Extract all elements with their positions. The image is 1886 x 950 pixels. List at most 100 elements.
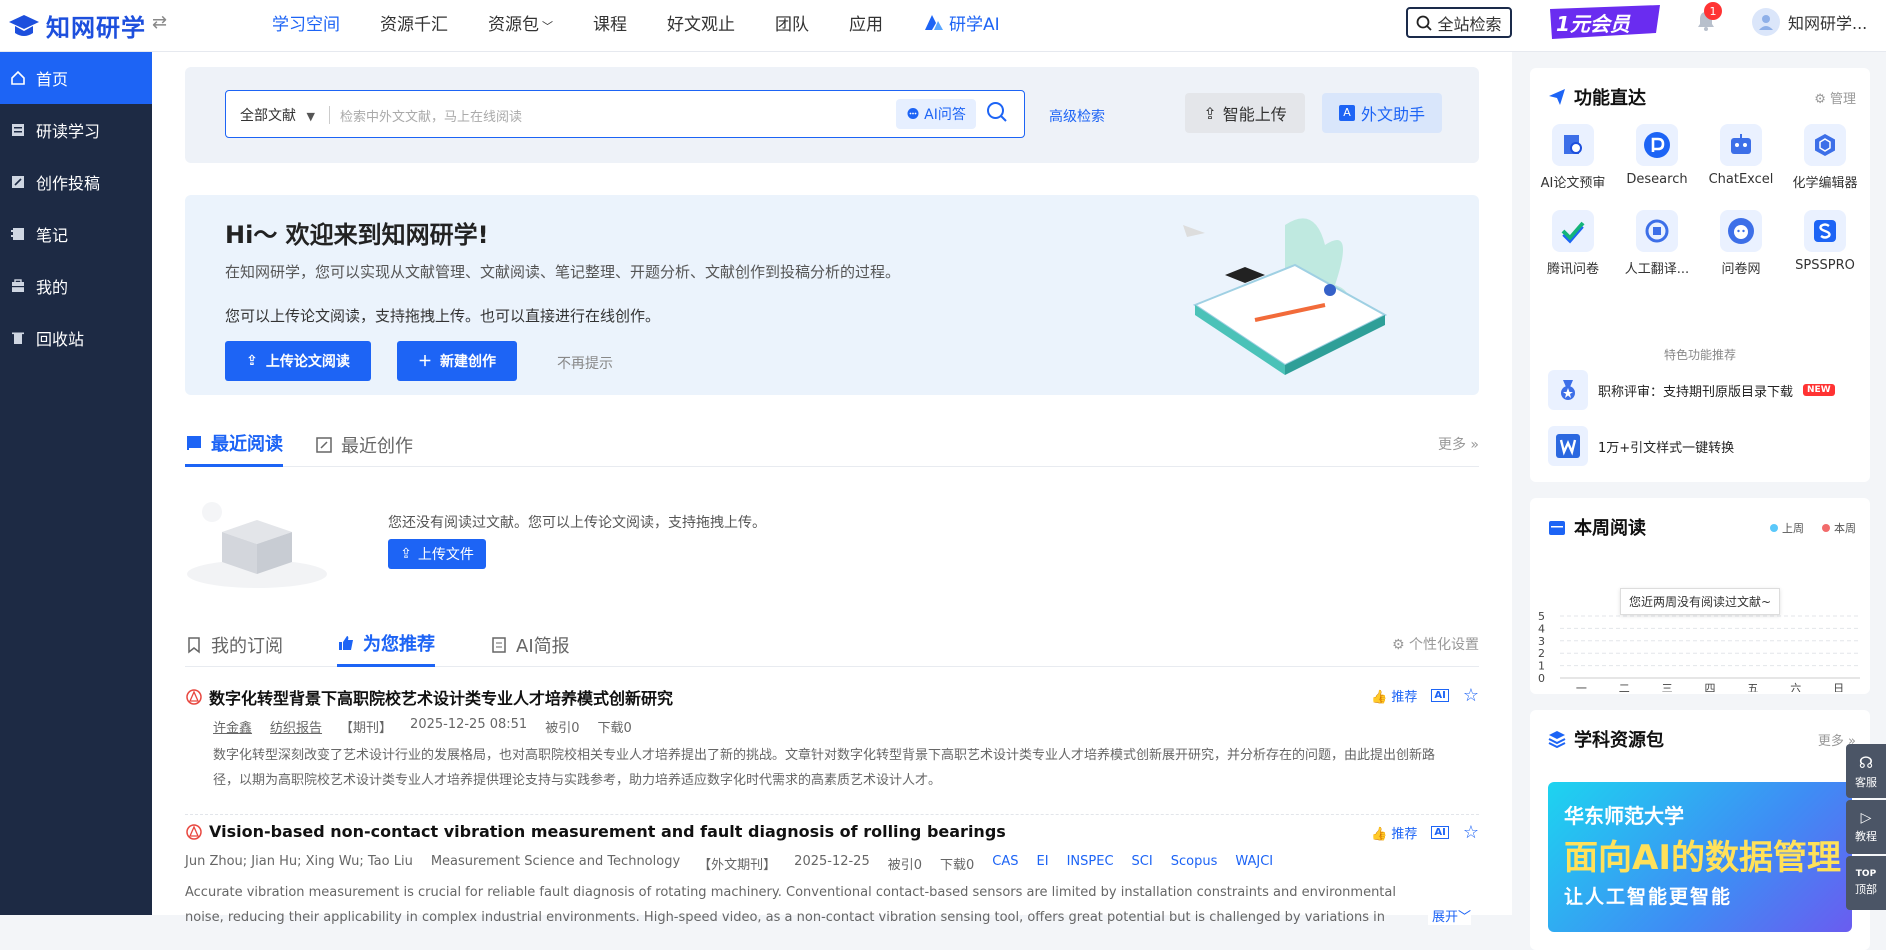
recommend-label: 推荐 (1391, 690, 1418, 705)
dismiss-link[interactable]: 不再提示 (557, 353, 613, 373)
tab-recommended[interactable]: 为您推荐 (337, 622, 435, 667)
function-chem-editor[interactable]: 化学编辑器 (1782, 124, 1868, 191)
nav-item-good-articles[interactable]: 好文观止 (667, 10, 735, 35)
top-bar: 知网研学 ⇄ 学习空间 资源千汇 资源包 ﹀ 课程 好文观止 团队 应用 研学AI… (0, 0, 1886, 52)
foreign-assistant-button[interactable]: A 外文助手 (1322, 93, 1442, 133)
function-ai-review[interactable]: AI论文预审 (1530, 124, 1616, 191)
function-wenjuan[interactable]: 问卷网 (1698, 210, 1784, 277)
tab-ai-brief[interactable]: AI简报 (490, 622, 570, 667)
sidebar-item-notes[interactable]: 笔记 (0, 208, 152, 260)
calendar-icon (1549, 521, 1565, 535)
main-content: 全部文献 ▼ 检索中外文文献，马上在线阅读 AI问答 高级检索 ⇪ 智能上传 A外… (152, 52, 1512, 925)
switch-icon[interactable]: ⇄ (152, 12, 167, 33)
tutorial-button[interactable]: ▷ 教程 (1846, 800, 1886, 854)
recommend-button[interactable]: 👍 推荐 (1371, 686, 1417, 705)
article-title[interactable]: 数字化转型背景下高职院校艺术设计类专业人才培养模式创新研究 (185, 685, 673, 709)
manage-link[interactable]: ⚙ 管理 (1814, 88, 1856, 107)
ai-read-icon[interactable]: AI (1431, 689, 1449, 702)
upload-icon: ⇪ (246, 353, 258, 369)
sidebar-item-home[interactable]: 首页 (0, 52, 152, 104)
article-item: Vision-based non-contact vibration measu… (185, 822, 1479, 925)
pen-square-icon (316, 436, 332, 453)
weekly-title: 本周阅读 (1548, 514, 1646, 540)
function-label: 人工翻译... (1624, 262, 1690, 277)
nav-item-team[interactable]: 团队 (775, 10, 809, 35)
y-tick-label: 5 (1538, 610, 1545, 623)
star-icon[interactable]: ☆ (1463, 822, 1479, 843)
search-input[interactable]: 检索中外文文献，马上在线阅读 (340, 106, 522, 125)
card-title-text: 本周阅读 (1574, 518, 1646, 539)
featured-item[interactable]: 职称评审：支持期刊原版目录下载 NEW (1548, 370, 1835, 410)
featured-item[interactable]: 1万+引文样式一键转换 (1548, 426, 1734, 466)
ai-read-icon[interactable]: AI (1431, 826, 1449, 839)
tab-recent-read[interactable]: 最近阅读 (185, 422, 283, 467)
sidebar-item-write[interactable]: 创作投稿 (0, 156, 152, 208)
notebook-icon (10, 226, 26, 242)
article-type: 【期刊】 (340, 721, 393, 736)
search-icon (1417, 15, 1433, 31)
function-tencent-survey[interactable]: 腾讯问卷 (1530, 210, 1616, 277)
article-title[interactable]: Vision-based non-contact vibration measu… (185, 822, 1006, 841)
sidebar-item-label: 创作投稿 (36, 174, 101, 193)
sidebar-item-mine[interactable]: 我的 (0, 260, 152, 312)
app-logo[interactable]: 知网研学 (8, 8, 146, 43)
function-label: 腾讯问卷 (1546, 262, 1599, 277)
tab-recent-create[interactable]: 最近创作 (315, 422, 413, 467)
function-chatexcel[interactable]: ChatExcel (1698, 124, 1784, 187)
y-tick-label: 1 (1538, 660, 1545, 673)
pdf-icon (186, 823, 202, 840)
source-link[interactable]: 纺织报告 (270, 717, 322, 736)
cited-count: 被引0 (545, 721, 580, 736)
search-icon[interactable] (986, 101, 1008, 123)
nav-item-yanxue-ai[interactable]: 研学AI (923, 10, 1000, 35)
plus-icon: ＋ (418, 354, 432, 370)
personalize-settings[interactable]: ⚙ 个性化设置 (1392, 634, 1479, 654)
recent-more-link[interactable]: 更多 » (1438, 434, 1479, 454)
function-spsspro[interactable]: SPSSPRO (1782, 210, 1868, 273)
ai-qa-button[interactable]: AI问答 (896, 99, 976, 129)
advanced-search-link[interactable]: 高级检索 (1049, 106, 1105, 126)
function-label: 问卷网 (1721, 262, 1761, 277)
global-search-button[interactable]: 全站检索 (1406, 7, 1512, 38)
expand-link[interactable]: 展开﹀ (1427, 906, 1471, 925)
search-scope-select[interactable]: 全部文献 ▼ (240, 105, 315, 125)
resource-banner[interactable]: 华东师范大学 面向AI的数据管理 让人工智能更智能 (1548, 782, 1852, 932)
article-actions: 👍 推荐 AI ☆ (1371, 685, 1479, 706)
tab-label: 我的订阅 (211, 635, 283, 657)
star-icon[interactable]: ☆ (1463, 685, 1479, 706)
feed-tabs: 我的订阅 为您推荐 AI简报 ⚙ 个性化设置 (185, 622, 1479, 667)
global-search-label: 全站检索 (1437, 14, 1502, 34)
author-link[interactable]: 许金鑫 (213, 717, 252, 736)
x-tick-label: 二 (1619, 682, 1630, 692)
journal-name: Measurement Science and Technology (430, 854, 681, 869)
back-to-top-button[interactable]: TOP 顶部 (1846, 856, 1886, 910)
nav-item-apps[interactable]: 应用 (849, 10, 883, 35)
recommend-button[interactable]: 👍 推荐 (1371, 823, 1417, 842)
nav-item-courses[interactable]: 课程 (593, 10, 627, 35)
upload-file-button[interactable]: ⇪ 上传文件 (388, 539, 486, 569)
function-label: 化学编辑器 (1792, 176, 1858, 191)
nav-item-resource-pack[interactable]: 资源包 ﹀ (488, 10, 553, 35)
download-count: 下载0 (597, 721, 632, 736)
sidebar: 首页 研读学习 创作投稿 笔记 我的 回收站 (0, 52, 152, 915)
nav-item-study-space[interactable]: 学习空间 (272, 10, 340, 35)
customer-service-button[interactable]: ☊ 客服 (1846, 744, 1886, 798)
card-title-text: 学科资源包 (1574, 730, 1664, 751)
function-desearch[interactable]: Desearch (1614, 124, 1700, 187)
article-date: 2025-12-25 (794, 854, 870, 869)
upload-paper-button[interactable]: ⇪ 上传论文阅读 (225, 341, 371, 381)
nav-item-resources[interactable]: 资源千汇 (380, 10, 448, 35)
ai-qa-label: AI问答 (924, 107, 966, 123)
tab-subscriptions[interactable]: 我的订阅 (185, 622, 283, 667)
new-creation-button[interactable]: ＋ 新建创作 (397, 341, 517, 381)
subject-title: 学科资源包 (1548, 726, 1664, 752)
vip-banner[interactable]: 1元会员 (1546, 3, 1664, 41)
index-tag: SCI (1131, 854, 1153, 869)
sidebar-item-trash[interactable]: 回收站 (0, 312, 152, 364)
smart-upload-button[interactable]: ⇪ 智能上传 (1185, 93, 1305, 133)
function-human-translate[interactable]: 人工翻译... (1614, 210, 1700, 277)
user-menu[interactable]: 知网研学... (1752, 8, 1867, 36)
x-tick-label: 六 (1790, 682, 1801, 692)
sidebar-item-study[interactable]: 研读学习 (0, 104, 152, 156)
weekly-reading-chart: 543210 一 二 三 四 五 六 日 (1538, 610, 1860, 692)
